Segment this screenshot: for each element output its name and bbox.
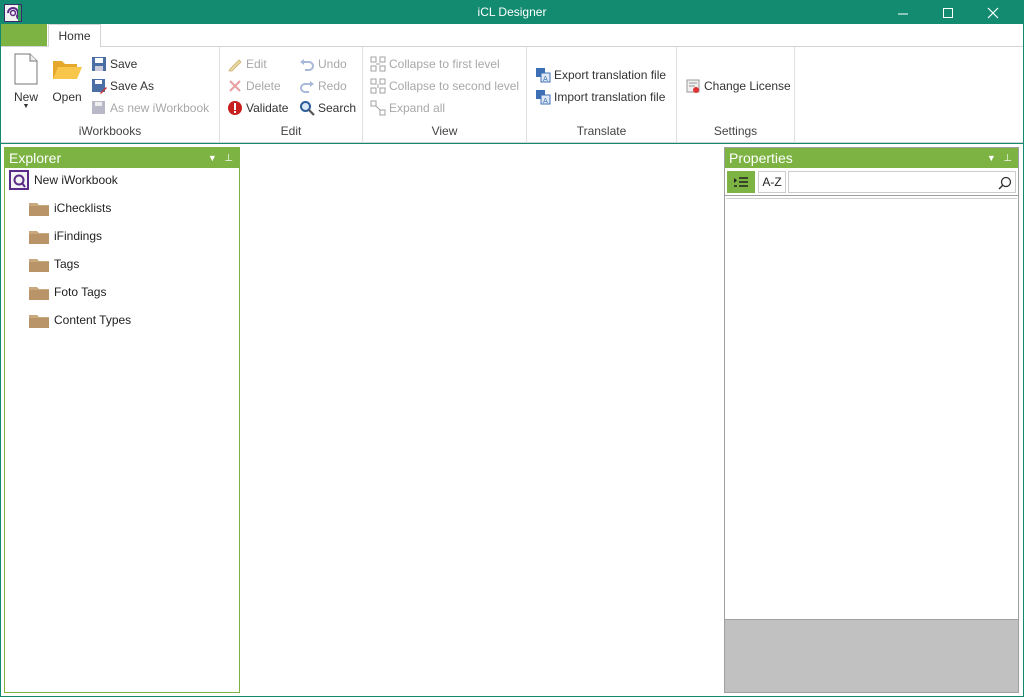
ribbon-group-view: Collapse to first level Collapse to seco… xyxy=(363,47,527,142)
ribbon-group-edit: Edit Delete Validate Undo Redo Search Ed… xyxy=(220,47,363,142)
group-label-iworkbooks: iWorkbooks xyxy=(78,124,142,138)
explorer-header: Explorer ▼ ⊥ xyxy=(5,148,239,168)
close-icon xyxy=(987,7,999,19)
properties-toolbar: A-Z xyxy=(725,168,1018,196)
ribbon: New ▼ Open Save Save As As new iWorkbook… xyxy=(1,47,1023,143)
maximize-button[interactable] xyxy=(925,0,971,24)
properties-panel: Properties ▼ ⊥ A-Z xyxy=(724,147,1019,693)
translate-import-icon: A xyxy=(536,90,551,105)
group-label-translate: Translate xyxy=(576,124,627,138)
dropdown-icon[interactable]: ▼ xyxy=(987,153,996,163)
close-button[interactable] xyxy=(970,0,1016,24)
file-tab[interactable] xyxy=(1,24,47,46)
categorized-view-button[interactable] xyxy=(727,171,755,193)
ribbon-group-translate: A Export translation file A Import trans… xyxy=(527,47,677,142)
ribbon-group-iworkbooks: New ▼ Open Save Save As As new iWorkbook… xyxy=(1,47,220,142)
folder-icon xyxy=(29,287,49,300)
validate-label: Validate xyxy=(246,101,289,115)
save-as-new-icon xyxy=(92,101,105,114)
property-description-area xyxy=(725,619,1018,692)
error-validate-icon xyxy=(228,101,242,115)
tree-root-label: New iWorkbook xyxy=(34,173,118,187)
group-label-view: View xyxy=(431,124,458,138)
save-label: Save xyxy=(110,57,138,71)
undo-icon xyxy=(300,59,314,71)
folder-icon xyxy=(29,231,49,244)
tree-item-label: Foto Tags xyxy=(54,285,107,299)
edit-label: Edit xyxy=(246,57,267,71)
folder-icon xyxy=(29,203,49,216)
redo-icon xyxy=(300,81,314,93)
folder-icon xyxy=(29,315,49,328)
minimize-button[interactable] xyxy=(880,0,926,24)
collapse-tree-icon xyxy=(370,56,386,72)
expand-all-label: Expand all xyxy=(389,101,446,115)
delete-label: Delete xyxy=(246,79,281,93)
redo-label: Redo xyxy=(318,79,347,93)
save-icon xyxy=(92,57,106,71)
expand-tree-icon xyxy=(370,100,386,116)
dropdown-icon[interactable]: ▼ xyxy=(208,153,217,163)
maximize-icon xyxy=(943,8,953,18)
properties-search-input[interactable] xyxy=(788,171,1016,193)
export-translation-label: Export translation file xyxy=(554,68,667,82)
group-label-settings: Settings xyxy=(713,124,758,138)
properties-header: Properties ▼ ⊥ xyxy=(725,148,1018,168)
collapse-second-level-label: Collapse to second level xyxy=(389,79,520,93)
search-icon xyxy=(998,176,1012,190)
undo-label: Undo xyxy=(318,57,347,71)
open-button[interactable]: Open xyxy=(49,55,85,115)
tree-item-label: Tags xyxy=(54,257,80,271)
folder-icon xyxy=(29,259,49,272)
tab-home[interactable]: Home xyxy=(48,24,101,48)
change-license-label: Change License xyxy=(704,79,791,93)
svg-text:A: A xyxy=(543,75,548,83)
alphabetical-sort-button[interactable]: A-Z xyxy=(758,171,786,193)
save-as-icon xyxy=(92,79,107,94)
svg-text:A: A xyxy=(543,97,548,105)
pin-icon[interactable]: ⊥ xyxy=(1003,153,1012,164)
as-new-iworkbook-label: As new iWorkbook xyxy=(110,101,210,115)
open-folder-icon xyxy=(53,61,82,79)
group-label-edit: Edit xyxy=(280,124,302,138)
tree-item-label: Content Types xyxy=(54,313,132,327)
chevron-down-icon: ▼ xyxy=(22,103,30,110)
properties-header-controls: ▼ ⊥ xyxy=(987,148,1012,169)
new-button[interactable]: New ▼ xyxy=(9,53,43,115)
collapse-first-level-label: Collapse to first level xyxy=(389,57,500,71)
tree-item-label: iChecklists xyxy=(54,201,112,215)
categorized-list-icon xyxy=(734,177,748,187)
new-document-icon xyxy=(14,53,38,85)
minimize-icon xyxy=(898,13,908,15)
license-icon xyxy=(686,79,700,93)
search-label: Search xyxy=(318,101,357,115)
pencil-icon xyxy=(228,59,242,72)
explorer-header-controls: ▼ ⊥ xyxy=(208,148,233,169)
search-icon xyxy=(300,101,315,116)
explorer-panel: Explorer ▼ ⊥ New iWorkbook iChecklists i… xyxy=(4,147,240,693)
title-bar: iCL Designer xyxy=(0,0,1024,24)
tree-item-label: iFindings xyxy=(54,229,103,243)
iworkbook-logo-icon xyxy=(9,170,29,190)
ribbon-tab-strip: Home xyxy=(1,24,1023,48)
translate-export-icon: A xyxy=(536,68,551,83)
save-as-label: Save As xyxy=(110,79,155,93)
explorer-title: Explorer xyxy=(9,150,62,166)
ribbon-group-settings: Change License Settings xyxy=(677,47,795,142)
properties-title: Properties xyxy=(729,150,793,166)
pin-icon[interactable]: ⊥ xyxy=(224,153,233,164)
new-label: New xyxy=(13,90,38,104)
window-title: iCL Designer xyxy=(477,5,547,19)
property-grid[interactable] xyxy=(726,198,1017,617)
collapse-tree-icon xyxy=(370,78,386,94)
open-label: Open xyxy=(52,90,82,104)
import-translation-label: Import translation file xyxy=(554,90,666,104)
delete-icon xyxy=(229,80,241,92)
